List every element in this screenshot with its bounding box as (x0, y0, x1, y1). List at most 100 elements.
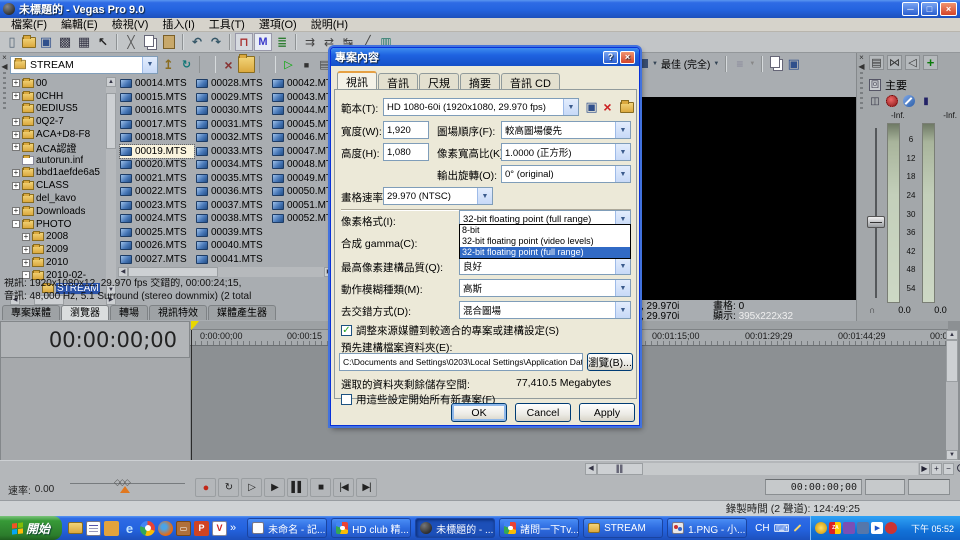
apply-button[interactable]: Apply (579, 403, 635, 422)
timeline-cursor-marker[interactable] (191, 321, 199, 330)
fader-lock-icon[interactable]: ∩ (869, 305, 875, 315)
cut-icon[interactable] (122, 33, 140, 51)
drag-grip[interactable] (3, 72, 6, 112)
tree-item[interactable]: + Downloads (10, 205, 115, 218)
pin-panel-icon[interactable]: ◀ (858, 63, 864, 71)
pin-panel-icon[interactable]: ◀ (1, 63, 7, 71)
tree-item[interactable]: + 2010 (10, 256, 115, 269)
checkbox-checked-icon[interactable]: ✓ (341, 325, 352, 336)
chevron-down-icon[interactable]: ▼ (142, 57, 157, 73)
office-quick-icon[interactable] (194, 521, 209, 536)
open-icon[interactable] (22, 37, 36, 48)
expand-toggle-icon[interactable]: + (22, 259, 30, 267)
add-bus-icon[interactable] (923, 55, 938, 70)
selection-start-field[interactable] (865, 479, 905, 495)
tree-item[interactable]: + ACA認證 (10, 141, 115, 154)
save-template-icon[interactable] (583, 98, 600, 115)
firefox-quick-icon[interactable] (158, 521, 173, 536)
master-fader[interactable] (875, 128, 877, 298)
address-combo[interactable]: STREAM ▼ (10, 56, 158, 74)
timeline-vertical-scrollbar[interactable]: ▲ ▼ (946, 330, 958, 460)
insert-bus-icon[interactable] (869, 55, 884, 70)
motion-blur-combo[interactable]: 高斯▼ (459, 279, 631, 297)
menu-item[interactable]: 編輯(E) (54, 18, 105, 32)
menu-item[interactable]: 檔案(F) (4, 18, 54, 32)
prerender-folder-field[interactable]: C:\Documents and Settings\0203\Local Set… (339, 353, 583, 371)
file-item[interactable]: 00050.MTS (272, 185, 334, 199)
dropdown-option[interactable]: 32-bit floating point (video levels) (460, 236, 630, 247)
close-panel-icon[interactable]: × (2, 54, 7, 62)
stop-preview-icon[interactable] (298, 56, 315, 73)
copy-icon[interactable] (141, 33, 159, 51)
keyboard-icon[interactable]: ⌨ (774, 522, 790, 535)
dock-tab[interactable]: 視訊特效 (149, 305, 207, 320)
task-button[interactable]: 未標題的 - ... (415, 518, 495, 538)
tray-red-icon[interactable] (885, 522, 897, 534)
prev-button[interactable]: |◀ (333, 478, 354, 497)
paste-icon[interactable] (160, 33, 178, 51)
play-from-start-button[interactable]: ▷ (241, 478, 262, 497)
new-folder-icon[interactable] (238, 56, 255, 73)
file-item[interactable]: 00036.MTS (196, 185, 270, 199)
file-item[interactable]: 00021.MTS (120, 172, 194, 186)
file-item[interactable]: 00030.MTS (196, 104, 270, 118)
menu-item[interactable]: 檢視(V) (105, 18, 156, 32)
file-item[interactable]: 00047.MTS (272, 145, 334, 159)
file-item[interactable]: 00033.MTS (196, 145, 270, 159)
file-item[interactable]: 00032.MTS (196, 131, 270, 145)
maximize-button[interactable]: □ (921, 2, 938, 16)
expand-toggle-icon[interactable]: + (12, 182, 20, 190)
scroll-left-icon[interactable]: ◀ (118, 267, 128, 277)
separator[interactable] (116, 34, 118, 50)
file-item[interactable]: 00014.MTS (120, 77, 194, 91)
ie-quick-icon[interactable] (122, 521, 137, 536)
file-item[interactable]: 00027.MTS (120, 253, 194, 267)
language-bar[interactable]: CH ⌨ (755, 522, 802, 535)
file-item[interactable]: 00039.MTS (196, 226, 270, 240)
tray-purple-icon[interactable] (843, 522, 855, 534)
task-button[interactable]: HD club 精... (331, 518, 411, 538)
chevron-down-icon[interactable]: ▼ (652, 61, 658, 67)
start-button[interactable]: 開始 (0, 516, 62, 540)
help-button[interactable]: ? (603, 51, 618, 64)
deinterlace-combo[interactable]: 混合圖場▼ (459, 301, 631, 319)
dim-icon[interactable] (905, 55, 920, 70)
play-button[interactable]: ▶ (264, 478, 285, 497)
tree-item[interactable]: + 2009 (10, 243, 115, 256)
height-field[interactable]: 1,080 (383, 143, 429, 161)
dialog-close-button[interactable]: × (620, 51, 635, 64)
tree-item[interactable]: + 0CHH (10, 90, 115, 103)
task-button[interactable]: 1.PNG - 小... (667, 518, 747, 538)
dialog-tab[interactable]: 尺規 (419, 73, 459, 89)
template-combo[interactable]: HD 1080-60i (1920x1080, 29.970 fps)▼ (383, 98, 579, 116)
tree-item[interactable]: - PHOTO (10, 218, 115, 231)
delete-template-icon[interactable] (599, 98, 616, 115)
timeline-time-display[interactable]: 00:00:00;00 (0, 321, 190, 358)
dock-tab[interactable]: 媒體產生器 (208, 305, 276, 320)
pen-icon[interactable] (794, 524, 802, 532)
vegas-quick-icon[interactable] (212, 521, 227, 536)
tray-player-icon[interactable] (871, 522, 883, 534)
mute-icon[interactable] (903, 95, 915, 107)
separator[interactable] (295, 34, 297, 50)
file-item[interactable]: 00035.MTS (196, 172, 270, 186)
dialog-tab[interactable]: 視訊 (337, 71, 377, 89)
undo-icon[interactable] (188, 33, 206, 51)
tree-item[interactable]: + bbd1aefde6a5 (10, 167, 115, 180)
file-item[interactable]: 00016.MTS (120, 104, 194, 118)
mail-quick-icon[interactable] (176, 521, 191, 536)
expand-toggle-icon[interactable]: + (12, 131, 20, 139)
file-item[interactable]: 00023.MTS (120, 199, 194, 213)
expand-toggle-icon[interactable]: + (12, 118, 20, 126)
file-item[interactable]: 00052.MTS (272, 212, 334, 226)
scroll-right-icon[interactable]: ▶ (919, 463, 930, 475)
selection-length-field[interactable] (908, 479, 950, 495)
ripple-icon[interactable] (301, 33, 319, 51)
width-field[interactable]: 1,920 (383, 121, 429, 139)
scroll-thumb[interactable] (128, 267, 218, 277)
field-order-combo[interactable]: 較高圖場優先▼ (501, 121, 631, 139)
timeline-horizontal-scrollbar[interactable]: ◀ ▐▌ (585, 463, 918, 475)
scroll-up-icon[interactable]: ▲ (106, 77, 116, 87)
expand-toggle-icon[interactable]: + (12, 143, 20, 151)
dock-tab[interactable]: 瀏覽器 (61, 305, 109, 320)
